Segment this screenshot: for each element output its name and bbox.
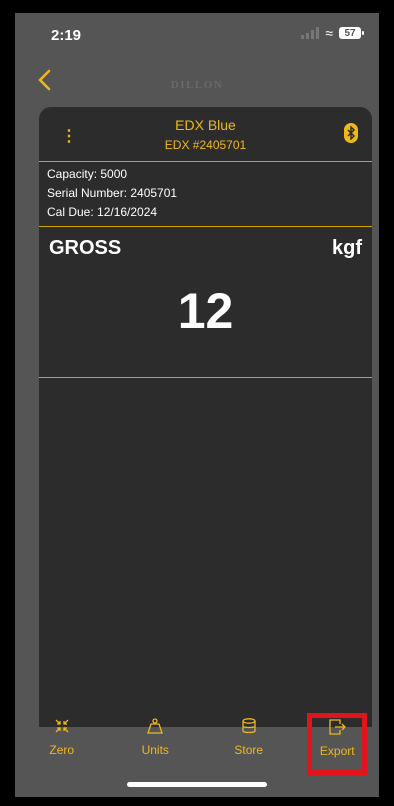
home-indicator[interactable] xyxy=(127,782,267,787)
zero-icon xyxy=(27,717,97,739)
reading-value: 12 xyxy=(177,283,234,339)
status-time: 2:19 xyxy=(51,27,82,44)
export-icon xyxy=(312,718,362,740)
bottom-toolbar: Zero Units Store Export xyxy=(15,713,379,775)
export-label: Export xyxy=(319,744,355,758)
bluetooth-icon[interactable] xyxy=(344,123,358,143)
phone-screen: 2:19 ≈ 57 DILLON ⋮ EDX Blue EDX #2405701… xyxy=(12,10,382,800)
database-icon xyxy=(214,717,284,739)
reading-panel: GROSS kgf 12 xyxy=(39,227,372,378)
device-card: ⋮ EDX Blue EDX #2405701 Capacity: 5000 S… xyxy=(39,107,372,727)
status-bar: 2:19 ≈ 57 xyxy=(15,13,379,59)
store-label: Store xyxy=(234,743,264,757)
device-id: EDX #2405701 xyxy=(164,138,247,152)
weight-icon xyxy=(120,717,190,739)
export-button[interactable]: Export xyxy=(307,713,368,775)
zero-button[interactable]: Zero xyxy=(27,713,97,775)
device-name: EDX Blue xyxy=(175,117,236,133)
serial-number-text: Serial Number: 2405701 xyxy=(47,186,178,200)
reading-mode: GROSS xyxy=(49,237,122,259)
battery-icon: 57 xyxy=(339,27,364,39)
reading-unit: kgf xyxy=(332,237,362,259)
signal-icon xyxy=(301,27,320,39)
device-info: Capacity: 5000 Serial Number: 2405701 Ca… xyxy=(39,162,372,227)
device-header: ⋮ EDX Blue EDX #2405701 xyxy=(39,107,372,162)
system-icons: ≈ 57 xyxy=(301,25,364,41)
capacity-text: Capacity: 5000 xyxy=(47,167,128,181)
units-label: Units xyxy=(141,743,169,757)
units-button[interactable]: Units xyxy=(120,713,190,775)
store-button[interactable]: Store xyxy=(214,713,284,775)
nav-bar: DILLON xyxy=(15,59,379,103)
cal-due-text: Cal Due: 12/16/2024 xyxy=(47,205,158,219)
brand-logo: DILLON xyxy=(170,79,224,91)
zero-label: Zero xyxy=(49,743,75,757)
wifi-icon: ≈ xyxy=(325,25,333,41)
